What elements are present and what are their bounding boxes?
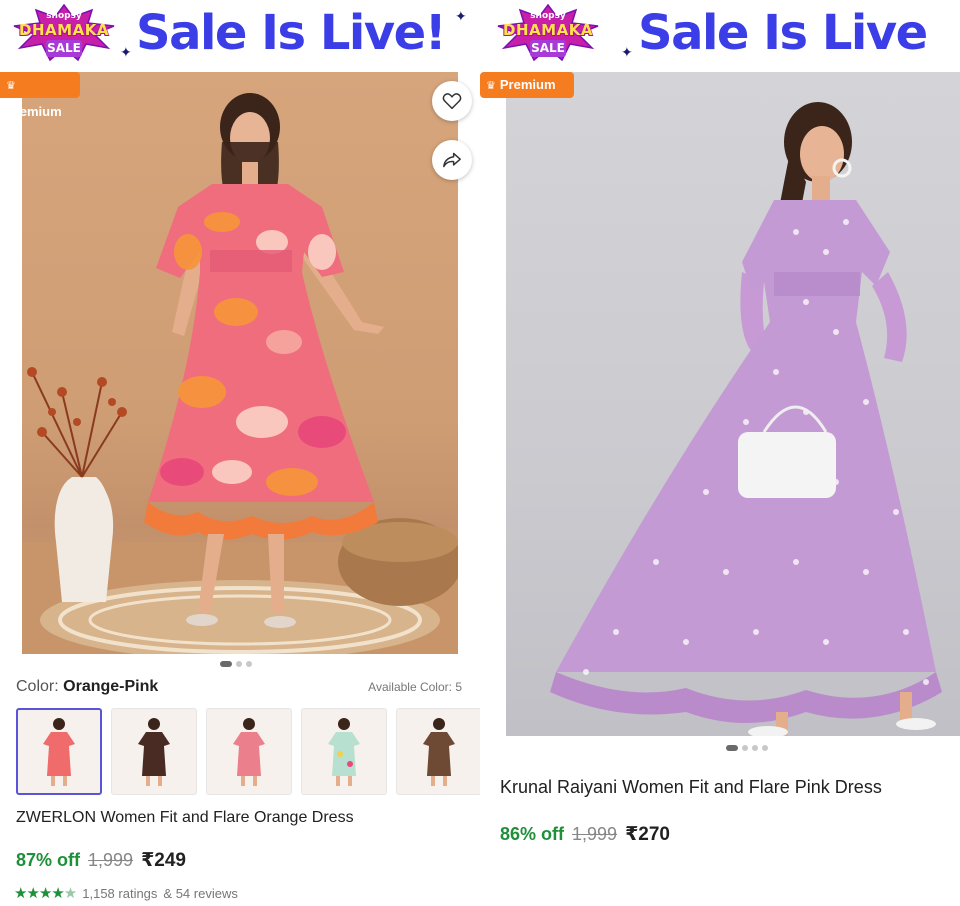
color-value: Orange-Pink (63, 678, 159, 695)
pager-dot[interactable] (762, 745, 768, 751)
heart-icon (442, 93, 462, 110)
ratings-count: 1,158 ratings (82, 885, 158, 901)
discount-percent: 86% off (500, 824, 565, 844)
reviews-count: & 54 reviews (163, 885, 238, 901)
premium-badge: ♛Premium (480, 72, 574, 98)
product-image-orange-dress[interactable] (22, 72, 458, 654)
product-image-pink-dress[interactable] (506, 72, 960, 736)
pager-dot[interactable] (236, 661, 242, 667)
image-pager[interactable] (220, 661, 252, 667)
logo-dhamaka-text: DHAMAKA (19, 21, 109, 39)
dhamaka-sale-logo: shopsy DHAMAKA SALE (496, 4, 600, 62)
discount-percent: 87% off (16, 850, 81, 870)
pager-dot[interactable] (246, 661, 252, 667)
original-price: 1,999 (88, 850, 134, 870)
product-card-left: shopsy DHAMAKA SALE ✦ ✦ Sale Is Live! ♛P… (0, 0, 480, 906)
star-rating: ★★★★★ (14, 885, 77, 902)
banner-headline: Sale Is Live! (136, 5, 447, 61)
image-pager[interactable] (726, 745, 768, 751)
share-button[interactable] (432, 140, 472, 180)
swatch-brown-floral[interactable] (396, 708, 480, 795)
color-label: Color: (16, 678, 59, 695)
price-row: 87% off 1,999 ₹249 (16, 849, 186, 872)
sale-price: ₹270 (625, 824, 670, 845)
swatch-orange-pink[interactable] (16, 708, 102, 795)
sparkle-icon: ✦ (120, 44, 132, 60)
product-title[interactable]: Krunal Raiyani Women Fit and Flare Pink … (500, 777, 882, 798)
crown-icon: ♛ (486, 80, 496, 92)
pager-dot[interactable] (742, 745, 748, 751)
pager-dot[interactable] (752, 745, 758, 751)
product-title[interactable]: ZWERLON Women Fit and Flare Orange Dress (16, 809, 354, 827)
pager-dot[interactable] (220, 661, 232, 667)
color-swatches (16, 708, 480, 795)
product-card-right: shopsy DHAMAKA SALE ✦ Sale Is Live ♛ Pre… (480, 0, 960, 906)
original-price: 1,999 (572, 824, 618, 844)
sale-banner[interactable]: shopsy DHAMAKA SALE ✦ ✦ Sale Is Live! (0, 0, 480, 66)
logo-sale-text: SALE (46, 40, 82, 57)
crown-icon: ♛ (6, 80, 16, 92)
rating-row[interactable]: ★★★★★ 1,158 ratings & 54 reviews (14, 884, 238, 902)
sparkle-icon: ✦ (621, 44, 633, 60)
sale-banner[interactable]: shopsy DHAMAKA SALE ✦ Sale Is Live (480, 0, 960, 66)
premium-label: Premium (499, 77, 556, 92)
swatch-dark-brown[interactable] (111, 708, 197, 795)
share-icon (443, 152, 461, 168)
premium-label: Premium (6, 104, 62, 119)
logo-sale-text: SALE (530, 40, 566, 57)
swatch-mint-floral[interactable] (301, 708, 387, 795)
logo-shopsy-text: shopsy (46, 11, 82, 21)
swatch-pink[interactable] (206, 708, 292, 795)
price-row: 86% off 1,999 ₹270 (500, 823, 670, 846)
sale-price: ₹249 (141, 850, 186, 871)
wishlist-button[interactable] (432, 81, 472, 121)
available-color-count: Available Color: 5 (368, 680, 462, 694)
color-selector-header: Color: Orange-Pink Available Color: 5 (16, 678, 462, 698)
premium-badge: ♛ Premium (0, 72, 80, 119)
pager-dot[interactable] (726, 745, 738, 751)
logo-shopsy-text: shopsy (530, 11, 566, 21)
banner-headline: Sale Is Live (638, 5, 928, 61)
sparkle-icon: ✦ (455, 8, 467, 24)
logo-dhamaka-text: DHAMAKA (503, 21, 593, 39)
dhamaka-sale-logo: shopsy DHAMAKA SALE (12, 4, 116, 62)
